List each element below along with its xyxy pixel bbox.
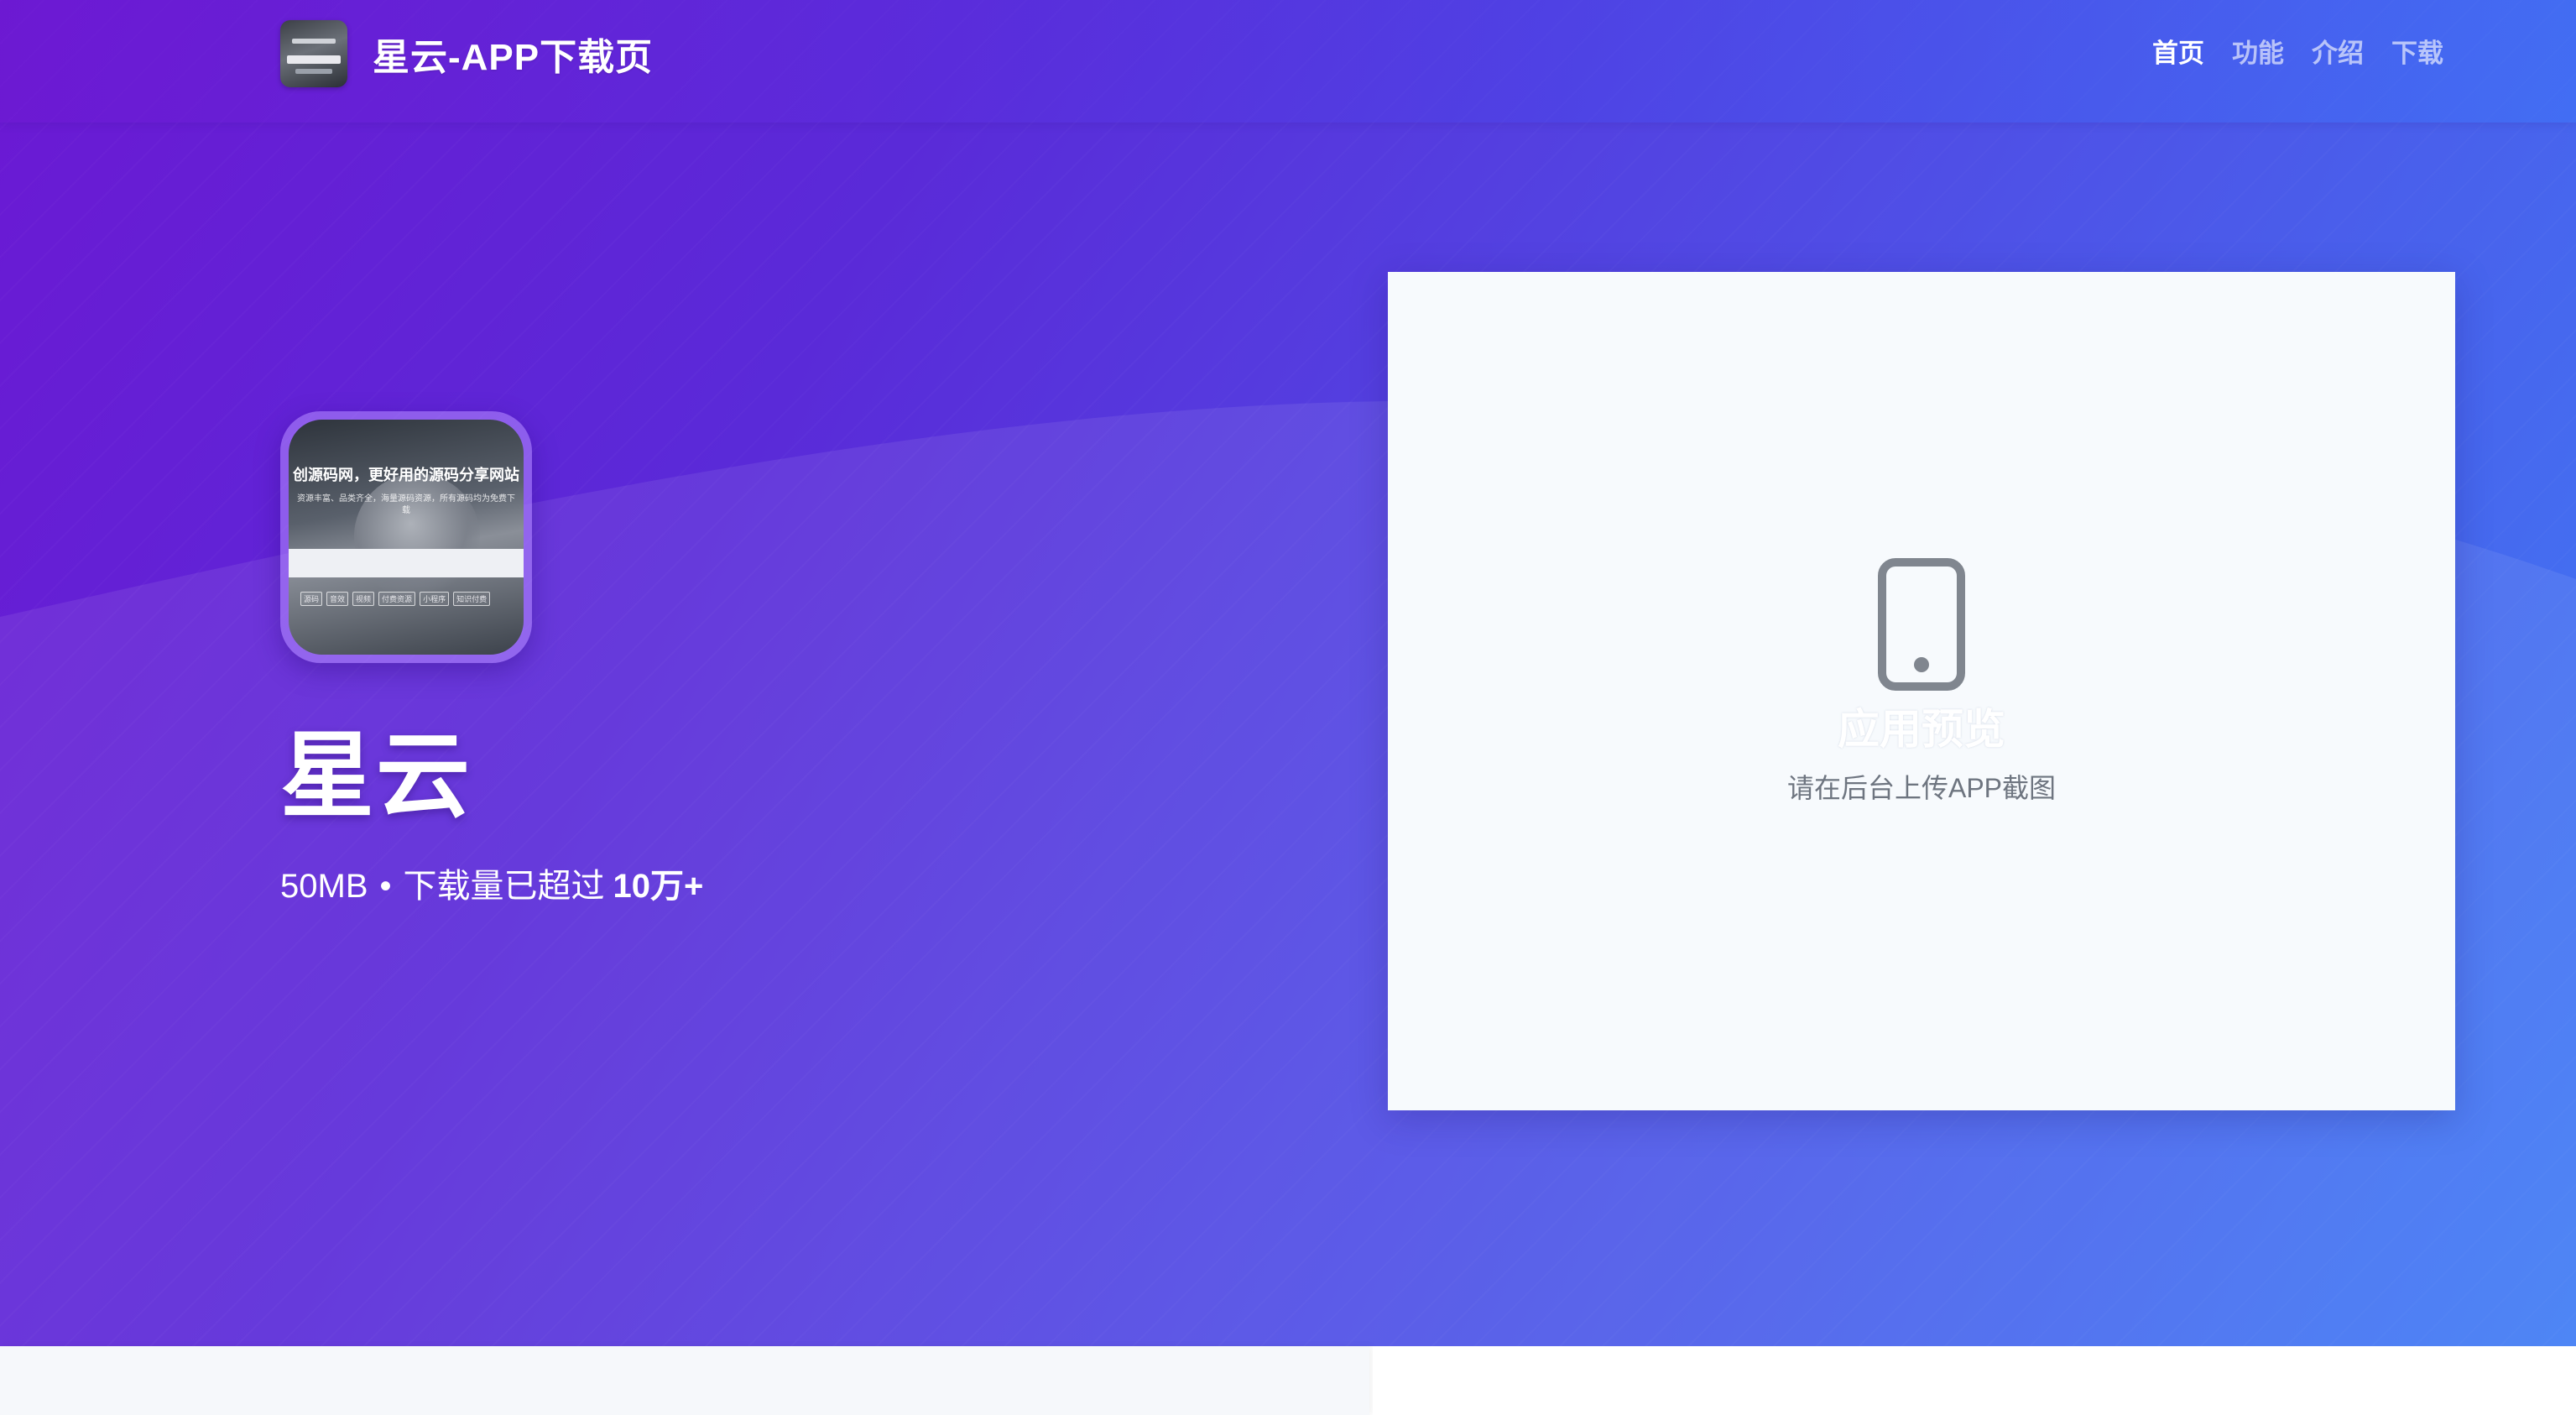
nav-item-features[interactable]: 功能 (2232, 32, 2284, 76)
app-icon-subtext: 资源丰富、品类齐全，海量源码资源，所有源码均为免费下载 (297, 494, 515, 515)
brand[interactable]: 星云-APP下载页 (280, 20, 653, 87)
downloads-count: 10万+ (613, 868, 704, 905)
downloads-label: 下载量已超过 (403, 868, 605, 905)
app-icon-searchbar (289, 549, 524, 577)
brand-title: 星云-APP下载页 (373, 37, 654, 78)
app-icon-tag: 视频 (352, 592, 375, 606)
app-icon-tag: 源码 (300, 592, 323, 606)
next-section-left (0, 1346, 1369, 1415)
preview-title: 应用预览 (1838, 706, 2005, 753)
preview-hint: 请在后台上传APP截图 (1786, 773, 2057, 803)
mobile-phone-icon (1878, 558, 1965, 691)
app-icon-tag: 知识付费 (453, 592, 491, 606)
next-section-right (1373, 1346, 2576, 1415)
app-icon: 创源码网，更好用的源码分享网站 资源丰富、品类齐全，海量源码资源，所有源码均为免… (280, 411, 532, 663)
nav-item-download[interactable]: 下载 (2391, 32, 2443, 76)
top-header: 星云-APP下载页 首页 功能 介绍 下载 (0, 0, 2576, 123)
app-icon-image: 创源码网，更好用的源码分享网站 资源丰富、品类齐全，海量源码资源，所有源码均为免… (289, 420, 524, 655)
nav-item-home[interactable]: 首页 (2152, 32, 2204, 76)
brand-logo (280, 20, 347, 87)
app-name: 星云 (280, 723, 472, 828)
meta-separator: • (379, 868, 392, 905)
app-size: 50MB (280, 868, 368, 905)
app-icon-tag: 小程序 (420, 592, 450, 606)
app-icon-tag: 音效 (326, 592, 349, 606)
app-preview-card: 应用预览 请在后台上传APP截图 (1388, 272, 2455, 1110)
main-nav: 首页 功能 介绍 下载 (2125, 32, 2443, 76)
app-icon-headline: 创源码网，更好用的源码分享网站 (293, 467, 519, 483)
app-icon-tag: 付费资源 (378, 592, 416, 606)
app-icon-tags: 源码 音效 视频 付费资源 小程序 知识付费 (300, 592, 515, 606)
app-meta: 50MB • 下载量已超过 10万+ (280, 861, 703, 911)
nav-item-intro[interactable]: 介绍 (2312, 32, 2364, 76)
